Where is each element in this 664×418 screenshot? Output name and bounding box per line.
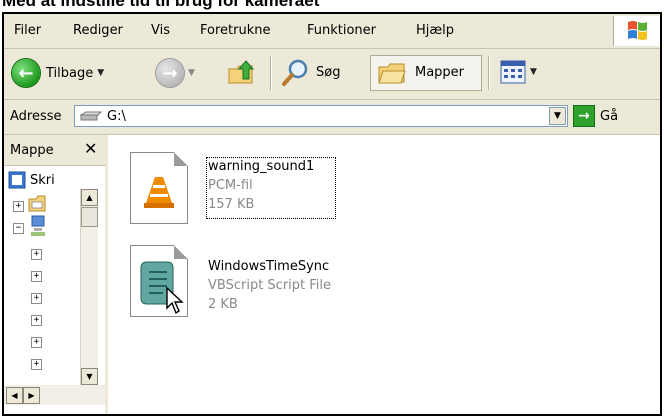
- forward-button[interactable]: → ▼: [156, 59, 195, 87]
- scroll-thumb[interactable]: [81, 207, 98, 227]
- tree-expander-minus[interactable]: −: [13, 223, 24, 234]
- file-name[interactable]: WindowsTimeSync: [208, 259, 329, 274]
- folder-tree: Skri + − + + + + + +: [4, 165, 80, 385]
- forward-arrow-icon: →: [156, 59, 184, 87]
- address-bar: Adresse G:\ ▼ → Gå: [4, 100, 660, 135]
- tree-expander-plus[interactable]: +: [31, 249, 42, 260]
- menu-vis[interactable]: Vis: [151, 23, 170, 38]
- scroll-up-icon[interactable]: ▲: [81, 189, 98, 206]
- address-dropdown-icon[interactable]: ▼: [549, 107, 566, 125]
- go-arrow-icon[interactable]: →: [573, 105, 595, 127]
- toolbar: ← Tilbage ▼ → ▼ Søg Mapper ▼: [4, 49, 660, 100]
- folders-icon: [378, 63, 406, 84]
- tree-item-label: Skri: [30, 172, 55, 188]
- scroll-left-icon[interactable]: ◀: [6, 387, 23, 404]
- folders-pane-header: Mappe ✕: [4, 135, 105, 166]
- folders-pane-title: Mappe: [10, 143, 54, 158]
- tree-item-desktop[interactable]: Skri: [8, 171, 55, 189]
- close-icon[interactable]: ✕: [84, 139, 97, 158]
- tree-expander-plus[interactable]: +: [31, 271, 42, 282]
- drive-icon: [80, 111, 102, 121]
- tree-expander-plus[interactable]: +: [13, 201, 24, 212]
- back-arrow-icon: ←: [12, 59, 40, 87]
- menu-bar: Filer Rediger Vis Foretrukne Funktioner …: [4, 14, 660, 49]
- back-button[interactable]: ← Tilbage ▼: [12, 59, 104, 87]
- menu-funktioner[interactable]: Funktioner: [307, 23, 376, 38]
- documents-folder-icon: [28, 195, 46, 212]
- file-list-pane: warning_sound1 PCM-fil 157 KB WindowsTim…: [108, 135, 660, 414]
- caption-text: Med at indstille tid til brug for kamera…: [2, 0, 320, 10]
- menu-foretrukne[interactable]: Foretrukne: [200, 23, 270, 38]
- file-size: 2 KB: [208, 297, 238, 312]
- menu-rediger[interactable]: Rediger: [73, 23, 123, 38]
- file-type: PCM-fil: [208, 178, 253, 193]
- tree-expander-plus[interactable]: +: [31, 359, 42, 370]
- menu-filer[interactable]: Filer: [14, 23, 41, 38]
- menu-hjaelp[interactable]: Hjælp: [416, 23, 454, 38]
- up-folder-icon: [228, 60, 255, 84]
- tree-horizontal-scrollbar[interactable]: ◀ ▶: [4, 385, 105, 405]
- folders-pane: Mappe ✕ Skri + − + + + + + + ▲ ▼ ◀ ▶: [4, 135, 108, 414]
- file-size: 157 KB: [208, 197, 255, 212]
- views-grid-icon: [500, 60, 526, 84]
- tree-vertical-scrollbar[interactable]: ▲ ▼: [80, 189, 98, 385]
- search-icon: [282, 59, 308, 86]
- address-value: G:\: [107, 109, 126, 124]
- desktop-icon: [8, 171, 26, 189]
- file-name[interactable]: warning_sound1: [208, 159, 314, 174]
- address-input[interactable]: G:\ ▼: [74, 105, 568, 127]
- vlc-cone-icon[interactable]: [130, 152, 188, 224]
- scroll-right-icon[interactable]: ▶: [23, 387, 40, 404]
- computer-icon: [31, 215, 45, 236]
- tree-expander-plus[interactable]: +: [31, 293, 42, 304]
- toolbar-separator: [270, 56, 272, 90]
- search-label: Søg: [316, 64, 341, 80]
- folders-button[interactable]: Mapper: [370, 55, 482, 91]
- tree-expander-plus[interactable]: +: [31, 315, 42, 326]
- tree-expander-plus[interactable]: +: [31, 337, 42, 348]
- script-scroll-icon[interactable]: [130, 245, 188, 317]
- address-label: Adresse: [10, 109, 62, 124]
- go-button[interactable]: Gå: [600, 109, 618, 124]
- up-folder-button[interactable]: [226, 57, 256, 87]
- windows-logo-icon: [613, 16, 660, 46]
- back-label: Tilbage: [46, 65, 94, 81]
- toolbar-separator: [488, 56, 490, 90]
- mouse-cursor-icon: [166, 286, 184, 315]
- scroll-down-icon[interactable]: ▼: [81, 368, 98, 385]
- folders-label: Mapper: [415, 65, 465, 80]
- views-dropdown-icon[interactable]: ▼: [530, 67, 537, 77]
- views-button[interactable]: ▼: [500, 60, 537, 84]
- search-button[interactable]: Søg: [280, 57, 340, 87]
- file-type: VBScript Script File: [208, 278, 332, 293]
- forward-dropdown-icon[interactable]: ▼: [188, 68, 195, 78]
- explorer-window: Filer Rediger Vis Foretrukne Funktioner …: [2, 12, 662, 416]
- back-dropdown-icon[interactable]: ▼: [97, 68, 104, 78]
